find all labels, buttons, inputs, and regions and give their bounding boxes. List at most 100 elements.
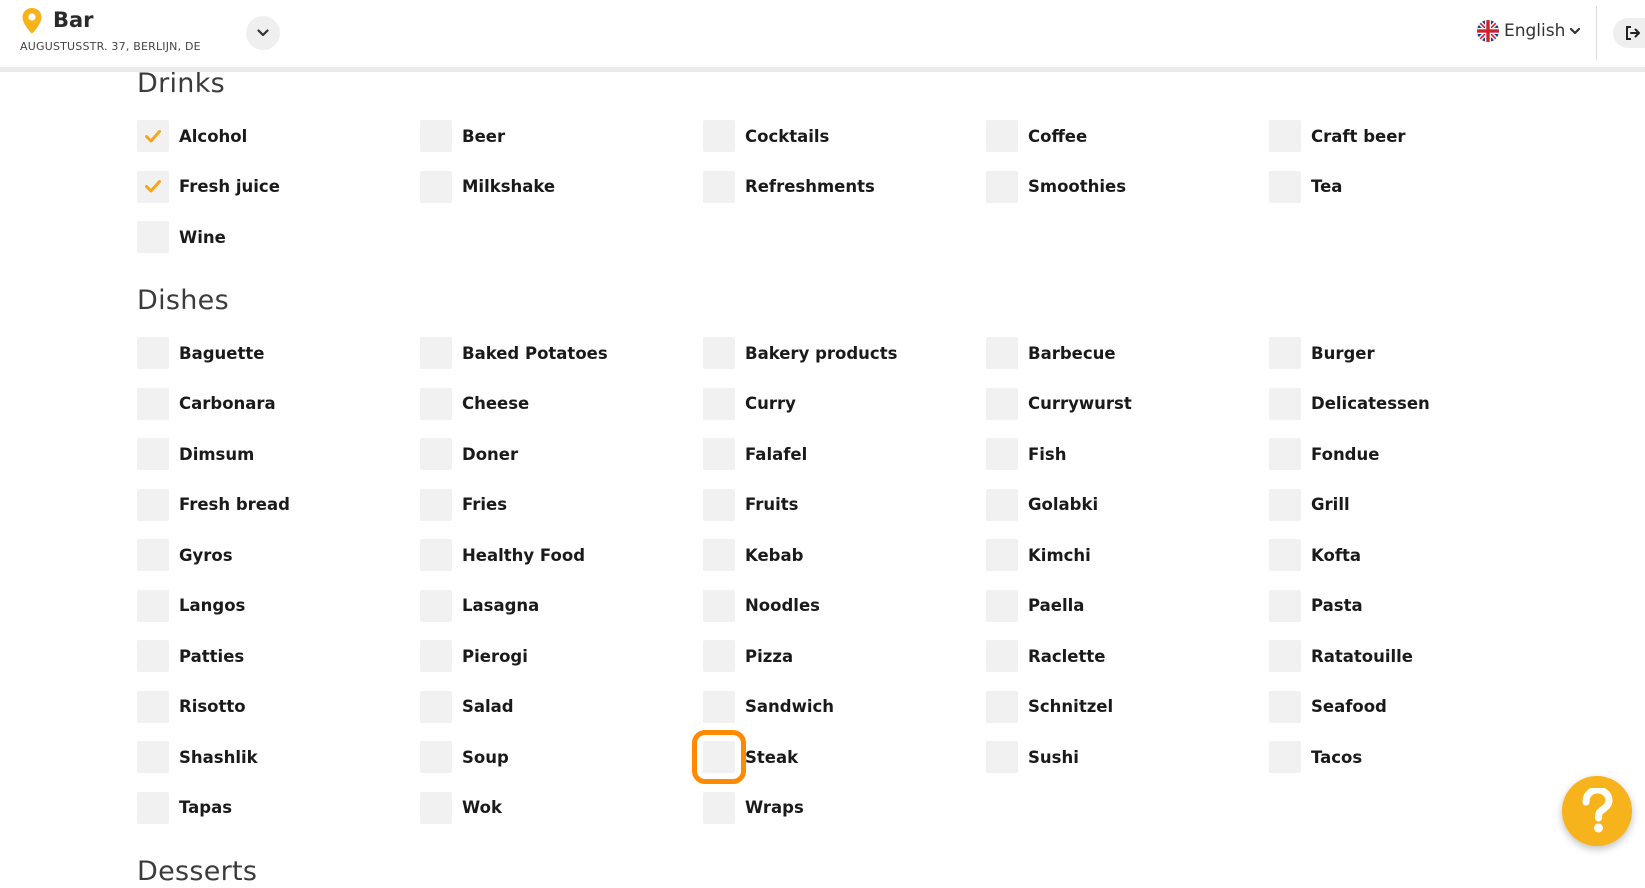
checkbox[interactable] xyxy=(1269,741,1301,773)
option-delicatessen[interactable]: Delicatessen xyxy=(1269,387,1552,420)
checkbox[interactable] xyxy=(137,438,169,470)
option-tapas[interactable]: Tapas xyxy=(137,791,420,824)
option-ratatouille[interactable]: Ratatouille xyxy=(1269,640,1552,672)
option-beer[interactable]: Beer xyxy=(420,120,703,152)
logout-button[interactable] xyxy=(1613,18,1645,48)
checkbox[interactable] xyxy=(986,488,1018,521)
checkbox[interactable] xyxy=(986,120,1018,152)
option-kimchi[interactable]: Kimchi xyxy=(986,539,1269,571)
checkbox[interactable] xyxy=(420,640,452,672)
checkbox[interactable] xyxy=(1269,589,1301,622)
option-fresh-juice[interactable]: Fresh juice xyxy=(137,170,420,203)
option-fresh-bread[interactable]: Fresh bread xyxy=(137,488,420,521)
option-salad[interactable]: Salad xyxy=(420,690,703,723)
option-schnitzel[interactable]: Schnitzel xyxy=(986,690,1269,723)
option-shashlik[interactable]: Shashlik xyxy=(137,741,420,773)
checkbox[interactable] xyxy=(1269,539,1301,571)
checkbox[interactable] xyxy=(420,488,452,521)
option-lasagna[interactable]: Lasagna xyxy=(420,589,703,622)
checkbox[interactable] xyxy=(420,120,452,152)
checkbox[interactable] xyxy=(703,337,735,369)
checkbox[interactable] xyxy=(703,120,735,152)
checkbox[interactable] xyxy=(137,221,169,253)
option-kofta[interactable]: Kofta xyxy=(1269,539,1552,571)
option-smoothies[interactable]: Smoothies xyxy=(986,170,1269,203)
option-healthy-food[interactable]: Healthy Food xyxy=(420,539,703,571)
checkbox[interactable] xyxy=(1269,438,1301,470)
checkbox[interactable] xyxy=(1269,640,1301,672)
checkbox[interactable] xyxy=(137,791,169,824)
option-refreshments[interactable]: Refreshments xyxy=(703,170,986,203)
checkbox[interactable] xyxy=(137,690,169,723)
option-fries[interactable]: Fries xyxy=(420,488,703,521)
option-wok[interactable]: Wok xyxy=(420,791,703,824)
checkbox[interactable] xyxy=(1269,387,1301,420)
option-gyros[interactable]: Gyros xyxy=(137,539,420,571)
help-button[interactable] xyxy=(1562,776,1632,846)
checkbox[interactable] xyxy=(137,640,169,672)
option-pasta[interactable]: Pasta xyxy=(1269,589,1552,622)
option-paella[interactable]: Paella xyxy=(986,589,1269,622)
option-sandwich[interactable]: Sandwich xyxy=(703,690,986,723)
checkbox[interactable] xyxy=(703,589,735,622)
option-cheese[interactable]: Cheese xyxy=(420,387,703,420)
checkbox[interactable] xyxy=(137,589,169,622)
checkbox[interactable] xyxy=(1269,170,1301,203)
option-bakery-products[interactable]: Bakery products xyxy=(703,337,986,369)
checkbox[interactable] xyxy=(420,589,452,622)
checkbox[interactable] xyxy=(420,741,452,773)
option-baguette[interactable]: Baguette xyxy=(137,337,420,369)
checkbox[interactable] xyxy=(420,387,452,420)
option-wraps[interactable]: Wraps xyxy=(703,791,986,824)
option-risotto[interactable]: Risotto xyxy=(137,690,420,723)
checkbox[interactable] xyxy=(1269,120,1301,152)
checkbox[interactable] xyxy=(137,337,169,369)
checkbox[interactable] xyxy=(986,438,1018,470)
option-barbecue[interactable]: Barbecue xyxy=(986,337,1269,369)
language-selector[interactable]: English xyxy=(1477,20,1581,42)
option-burger[interactable]: Burger xyxy=(1269,337,1552,369)
option-tacos[interactable]: Tacos xyxy=(1269,741,1552,773)
option-fruits[interactable]: Fruits xyxy=(703,488,986,521)
checkbox[interactable] xyxy=(703,170,735,203)
checkbox[interactable] xyxy=(986,387,1018,420)
option-tea[interactable]: Tea xyxy=(1269,170,1552,203)
checkbox[interactable] xyxy=(1269,690,1301,723)
option-carbonara[interactable]: Carbonara xyxy=(137,387,420,420)
checkbox[interactable] xyxy=(420,170,452,203)
checkbox[interactable] xyxy=(137,741,169,773)
checkbox[interactable] xyxy=(1269,488,1301,521)
checkbox[interactable] xyxy=(703,791,735,824)
option-seafood[interactable]: Seafood xyxy=(1269,690,1552,723)
checkbox[interactable] xyxy=(703,539,735,571)
option-kebab[interactable]: Kebab xyxy=(703,539,986,571)
checkbox[interactable] xyxy=(986,690,1018,723)
checkbox[interactable] xyxy=(986,337,1018,369)
checkbox[interactable] xyxy=(986,539,1018,571)
checkbox[interactable] xyxy=(703,488,735,521)
checkbox[interactable] xyxy=(986,741,1018,773)
checkbox[interactable] xyxy=(703,438,735,470)
option-sushi[interactable]: Sushi xyxy=(986,741,1269,773)
option-baked-potatoes[interactable]: Baked Potatoes xyxy=(420,337,703,369)
option-noodles[interactable]: Noodles xyxy=(703,589,986,622)
option-golabki[interactable]: Golabki xyxy=(986,488,1269,521)
checkbox[interactable] xyxy=(420,539,452,571)
option-coffee[interactable]: Coffee xyxy=(986,120,1269,152)
option-fondue[interactable]: Fondue xyxy=(1269,438,1552,470)
checkbox[interactable] xyxy=(420,337,452,369)
checkbox[interactable] xyxy=(420,438,452,470)
option-currywurst[interactable]: Currywurst xyxy=(986,387,1269,420)
checkbox[interactable] xyxy=(1269,337,1301,369)
option-grill[interactable]: Grill xyxy=(1269,488,1552,521)
checkbox[interactable] xyxy=(703,387,735,420)
checkbox[interactable] xyxy=(986,589,1018,622)
checkbox[interactable] xyxy=(703,640,735,672)
option-doner[interactable]: Doner xyxy=(420,438,703,470)
checkbox[interactable] xyxy=(703,690,735,723)
checkbox[interactable] xyxy=(137,387,169,420)
checkbox[interactable] xyxy=(137,120,169,152)
checkbox[interactable] xyxy=(420,791,452,824)
option-cocktails[interactable]: Cocktails xyxy=(703,120,986,152)
option-pierogi[interactable]: Pierogi xyxy=(420,640,703,672)
